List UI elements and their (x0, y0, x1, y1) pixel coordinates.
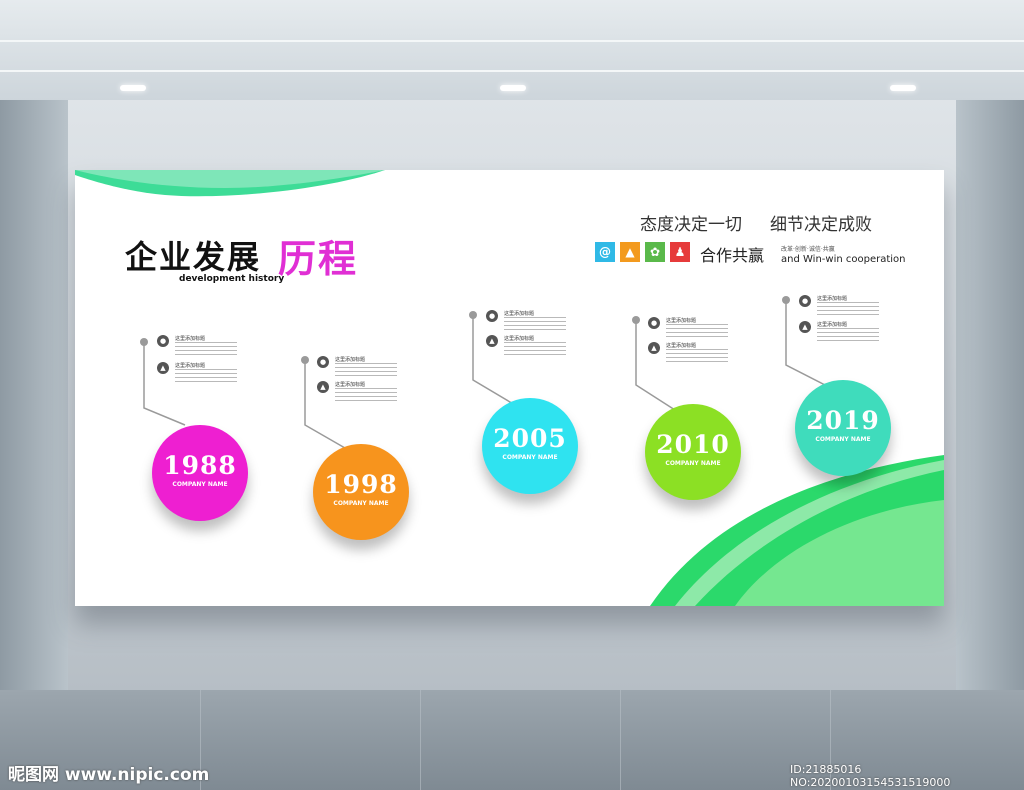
year-label: 2010 (656, 430, 730, 459)
entry-heading: 这里添加标题 (175, 336, 206, 342)
company-name: COMPANY NAME (502, 454, 558, 461)
person-icon: ● (317, 356, 329, 368)
motto-small: 改革·创新·诚信·共赢 (781, 246, 835, 253)
chart-icon: ▲ (648, 342, 660, 354)
floor-tile-line (620, 690, 621, 790)
company-name: COMPANY NAME (333, 500, 389, 507)
entry-body-lines (175, 342, 237, 355)
year-circle-1998: 1998 COMPANY NAME (313, 444, 409, 540)
year-circle-2010: 2010 COMPANY NAME (645, 404, 741, 500)
page-title: 企业发展 (125, 238, 262, 276)
motto-english: and Win-win cooperation (781, 254, 906, 265)
watermark-site: 昵图网 www.nipic.com (8, 765, 210, 785)
chart-icon: ▲ (157, 362, 169, 374)
year-circle-1988: 1988 COMPANY NAME (152, 425, 248, 521)
timeline-dot (782, 296, 790, 304)
entry-heading: 这里添加标题 (175, 363, 206, 369)
ceiling-light (120, 85, 146, 91)
chart-icon: ▲ (486, 335, 498, 347)
person-icon: ● (157, 335, 169, 347)
entry-heading: 这里添加标题 (817, 322, 848, 328)
chart-icon: ▲ (799, 321, 811, 333)
entry-body-lines (335, 363, 397, 376)
person-icon: ● (648, 317, 660, 329)
year-circle-2019: 2019 COMPANY NAME (795, 380, 891, 476)
entry-body-lines (175, 369, 237, 382)
watermark-id: ID:21885016 NO:20200103154531519000 (790, 763, 951, 789)
year-label: 1998 (324, 470, 398, 499)
timeline-dot (301, 356, 309, 364)
timeline-dot (469, 311, 477, 319)
person-icon: ● (486, 310, 498, 322)
year-circle-2005: 2005 COMPANY NAME (482, 398, 578, 494)
entry-heading: 这里添加标题 (335, 382, 366, 388)
company-name: COMPANY NAME (815, 436, 871, 443)
entry-heading: 这里添加标题 (817, 296, 848, 302)
entry-heading: 这里添加标题 (335, 357, 366, 363)
page-title-accent: 历程 (278, 237, 359, 281)
gear-icon: ✿ (645, 242, 665, 262)
entry-body-lines (817, 302, 879, 315)
ceiling-light (890, 85, 916, 91)
entry-body-lines (504, 342, 566, 355)
entry-body-lines (335, 388, 397, 401)
ceiling-line (0, 70, 1024, 72)
at-icon: @ (595, 242, 615, 262)
right-wall (956, 100, 1024, 700)
timeline-dot (140, 338, 148, 346)
entry-heading: 这里添加标题 (666, 318, 697, 324)
chart-icon: ▲ (620, 242, 640, 262)
entry-heading: 这里添加标题 (666, 343, 697, 349)
year-label: 1988 (163, 451, 237, 480)
floor-tile-line (420, 690, 421, 790)
slogan-attitude: 态度决定一切 (640, 215, 742, 235)
person-icon: ● (799, 295, 811, 307)
entry-body-lines (666, 324, 728, 337)
entry-body-lines (666, 349, 728, 362)
timeline-dot (632, 316, 640, 324)
entry-body-lines (817, 328, 879, 341)
left-wall (0, 100, 68, 700)
company-name: COMPANY NAME (665, 460, 721, 467)
entry-heading: 这里添加标题 (504, 311, 535, 317)
company-name: COMPANY NAME (172, 481, 228, 488)
year-label: 2019 (806, 406, 880, 435)
ceiling-light (500, 85, 526, 91)
person-icon: ♟ (670, 242, 690, 262)
page-subtitle: development history (179, 274, 285, 284)
year-label: 2005 (493, 424, 567, 453)
motto: 合作共赢 (700, 246, 765, 265)
entry-body-lines (504, 317, 566, 330)
ceiling-line (0, 40, 1024, 42)
slogan-details: 细节决定成败 (770, 215, 872, 235)
billboard: 企业发展 历程 development history 态度决定一切 细节决定成… (75, 170, 944, 606)
entry-heading: 这里添加标题 (504, 336, 535, 342)
chart-icon: ▲ (317, 381, 329, 393)
